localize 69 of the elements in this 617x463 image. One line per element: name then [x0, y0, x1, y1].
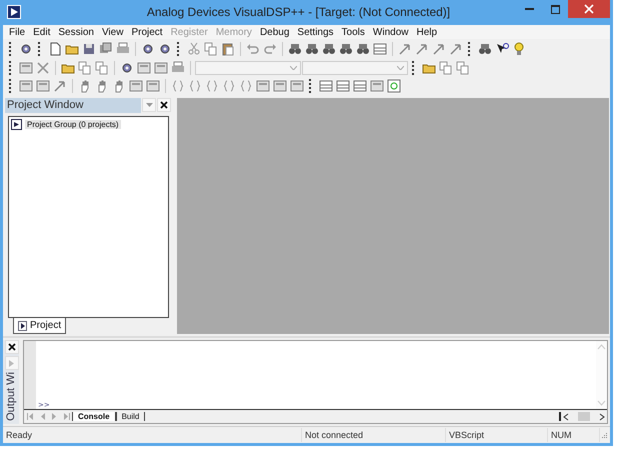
menu-item[interactable]: Debug	[256, 26, 294, 38]
right-triangle-icon	[50, 413, 58, 420]
tab-scroll-first-button[interactable]	[24, 411, 36, 422]
brace-icon[interactable]	[204, 78, 220, 94]
status-text: Ready	[3, 428, 302, 442]
brace-icon[interactable]	[221, 78, 237, 94]
status-text: Not connected	[302, 428, 446, 442]
list-icon[interactable]	[352, 78, 368, 94]
project-icon	[18, 320, 27, 331]
list-icon[interactable]	[318, 78, 334, 94]
dropdown-field[interactable]	[195, 60, 301, 75]
window-icon[interactable]	[369, 78, 385, 94]
pane-title: Output Wi	[5, 372, 17, 422]
window-icon[interactable]	[272, 78, 288, 94]
caret-icon	[290, 66, 297, 70]
close-button[interactable]	[157, 98, 171, 112]
close-icon	[160, 101, 168, 110]
menu-item[interactable]: Window	[368, 26, 412, 38]
dropdown-field[interactable]	[302, 60, 408, 75]
copy-icon[interactable]	[438, 60, 454, 76]
tab[interactable]: Console	[72, 412, 116, 422]
list-icon[interactable]	[335, 78, 351, 94]
menu-item[interactable]: Tools	[338, 26, 369, 38]
menu-item[interactable]: Project	[127, 26, 167, 38]
caret-icon	[397, 66, 404, 70]
minimize-icon	[524, 8, 534, 10]
copy-icon[interactable]	[77, 60, 93, 76]
up-chevron-icon	[597, 344, 606, 350]
refresh-icon[interactable]	[386, 78, 402, 94]
close-icon	[8, 343, 16, 352]
pane-title: Project Window	[5, 98, 141, 113]
down-chevron-icon	[597, 400, 606, 406]
left-triangle-icon	[38, 413, 46, 420]
last-icon	[62, 413, 70, 420]
project-group-icon	[11, 118, 22, 130]
brace-icon[interactable]	[187, 78, 203, 94]
window-icon[interactable]	[255, 78, 271, 94]
triangle-icon	[9, 360, 14, 367]
window-icon[interactable]	[18, 78, 34, 94]
window-icon[interactable]	[289, 78, 305, 94]
tab[interactable]: Build	[116, 412, 146, 422]
scissors-icon[interactable]	[186, 40, 202, 57]
window-title: Analog Devices VisualDSP++ - [Target: (Not Connected)]	[146, 5, 452, 20]
close-button[interactable]	[4, 340, 18, 354]
list-icon[interactable]	[372, 40, 388, 57]
menu-item[interactable]: File	[5, 26, 30, 38]
copy-icon[interactable]	[94, 60, 110, 76]
app-icon	[7, 5, 21, 20]
left-chevron-icon	[563, 412, 569, 421]
brace-icon[interactable]	[238, 78, 254, 94]
copy-icon[interactable]	[203, 40, 219, 57]
tab[interactable]: Project	[13, 318, 66, 334]
tree-item[interactable]: Project Group (0 projects)	[25, 120, 121, 129]
paste-icon[interactable]	[220, 40, 236, 57]
copy-icon[interactable]	[455, 60, 471, 76]
menu-item[interactable]: View	[98, 26, 128, 38]
status-text: NUM	[548, 428, 600, 442]
window-icon[interactable]	[35, 78, 51, 94]
menu-item[interactable]: Edit	[29, 26, 54, 38]
vertical-scrollbar[interactable]	[596, 341, 607, 410]
horizontal-scrollbar[interactable]	[559, 412, 607, 422]
caret-icon	[146, 103, 152, 108]
maximize-icon	[550, 4, 560, 14]
menu-item[interactable]: Settings	[293, 26, 338, 38]
status-text: VBScript	[446, 428, 548, 442]
close-icon	[584, 4, 594, 14]
first-icon	[26, 413, 34, 420]
menu-item[interactable]: Help	[412, 26, 442, 38]
menu-item[interactable]: Session	[54, 26, 98, 38]
